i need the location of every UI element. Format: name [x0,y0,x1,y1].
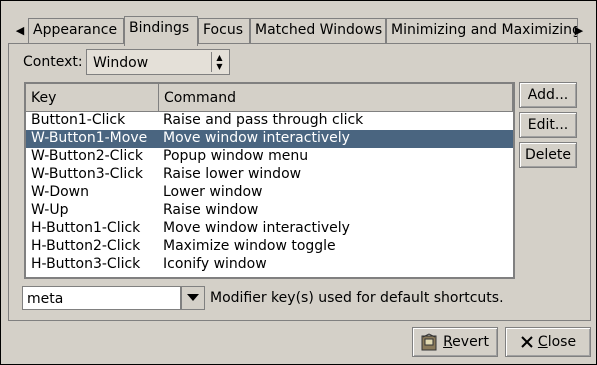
table-row[interactable]: W-Up Raise window [26,202,513,220]
row-key: W-Button3-Click [31,166,144,182]
spinner-arrows-icon[interactable]: ▲ ▼ [211,52,227,72]
revert-label-rest: evert [452,334,489,350]
close-label: Close [538,334,576,350]
row-key: H-Button3-Click [31,256,141,272]
row-command: Lower window [163,184,263,200]
row-command: Popup window menu [163,148,309,164]
bindings-table: Key Command Button1-Click Raise and pass… [24,82,515,279]
tab-scroll-right-icon[interactable]: ▶ [571,18,587,42]
delete-button[interactable]: Delete [519,142,577,168]
column-header-command[interactable]: Command [159,84,513,111]
revert-mnemonic: R [443,334,453,350]
row-key: H-Button1-Click [31,220,141,236]
row-command: Raise and pass through click [163,112,364,128]
modifier-input[interactable]: meta [22,286,181,310]
tab-bindings[interactable]: Bindings [124,16,198,46]
table-header: Key Command [26,84,513,112]
close-mnemonic: C [537,334,548,350]
row-command: Maximize window toggle [163,238,336,254]
tab-label: Matched Windows [255,22,383,38]
row-key: W-Button1-Move [31,130,148,146]
table-row[interactable]: W-Button3-Click Raise lower window [26,166,513,184]
edit-button[interactable]: Edit... [519,112,577,138]
row-key: W-Up [31,202,69,218]
close-icon [521,336,533,348]
tab-matched-windows[interactable]: Matched Windows [250,18,386,44]
context-value: Window [93,55,149,71]
row-command: Move window interactively [163,220,350,236]
table-row[interactable]: Button1-Click Raise and pass through cli… [26,112,513,130]
close-button[interactable]: Close [505,327,591,357]
table-row[interactable]: W-Button2-Click Popup window menu [26,148,513,166]
revert-button[interactable]: Revert [412,327,498,357]
modifier-dropdown-button[interactable] [181,286,205,310]
row-command: Move window interactively [163,130,350,146]
table-row[interactable]: H-Button3-Click Iconify window [26,256,513,274]
row-key: W-Down [31,184,89,200]
row-key: W-Button2-Click [31,148,144,164]
context-select[interactable]: Window ▲ ▼ [86,49,230,75]
tab-bar: ◀ Appearance Bindings Focus Matched Wind… [8,16,591,46]
context-label: Context: [23,54,83,70]
close-label-rest: lose [547,334,577,350]
revert-icon [421,333,437,351]
tab-label: Focus [203,22,243,38]
tab-focus[interactable]: Focus [198,18,250,44]
tab-minimizing-maximizing[interactable]: Minimizing and Maximizing [386,18,578,44]
row-command: Raise window [163,202,259,218]
table-row[interactable]: H-Button1-Click Move window interactivel… [26,220,513,238]
row-key: Button1-Click [31,112,126,128]
row-key: H-Button2-Click [31,238,141,254]
row-command: Iconify window [163,256,267,272]
row-command: Raise lower window [163,166,302,182]
tab-label: Minimizing and Maximizing [391,22,578,38]
table-row[interactable]: W-Down Lower window [26,184,513,202]
tab-scroll-left-icon[interactable]: ◀ [12,18,28,42]
tab-label: Appearance [33,22,118,38]
column-header-key[interactable]: Key [26,84,159,111]
chevron-down-icon [187,294,199,301]
modifier-description: Modifier key(s) used for default shortcu… [210,290,504,306]
table-row[interactable]: H-Button2-Click Maximize window toggle [26,238,513,256]
tab-label: Bindings [129,20,190,36]
table-row-selected[interactable]: W-Button1-Move Move window interactively [26,130,513,148]
add-button[interactable]: Add... [519,82,577,108]
tab-appearance[interactable]: Appearance [28,18,124,44]
revert-label: Revert [443,334,489,350]
bindings-panel: Context: Window ▲ ▼ Key Command Button1-C… [8,43,591,321]
